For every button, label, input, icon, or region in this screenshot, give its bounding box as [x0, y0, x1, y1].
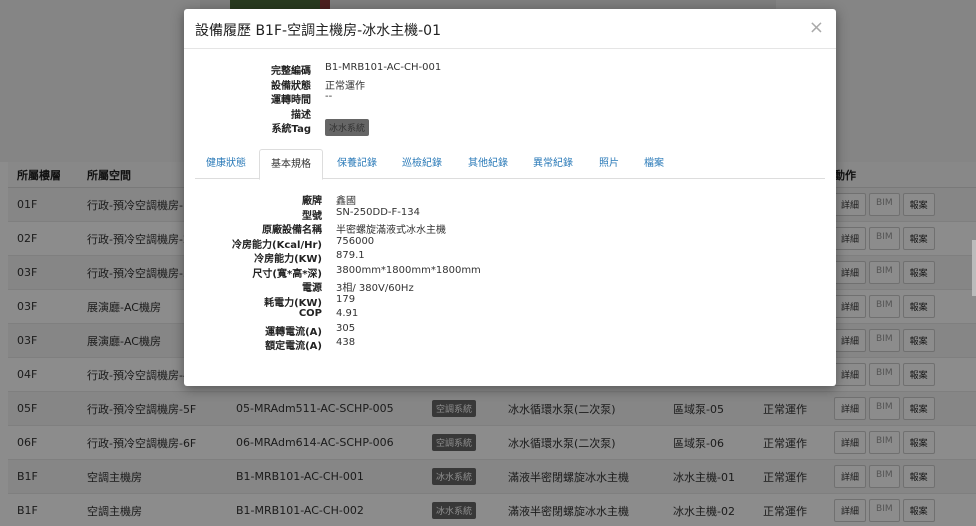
spec-row: 額定電流(A) 438 [184, 337, 836, 352]
spec-label: 型號 [302, 210, 322, 222]
tab-6[interactable]: 異常紀錄 [533, 149, 573, 179]
equipment-history-modal: 設備履歷 B1F-空調主機房-冰水主機-01 × 完整編碼 B1-MRB101-A… [184, 9, 836, 386]
info-row: 運轉時間 -- [184, 91, 836, 106]
spec-row: 型號 SN-250DD-F-134 [184, 207, 836, 222]
modal-title: 設備履歷 B1F-空調主機房-冰水主機-01 [195, 23, 441, 39]
info-value: B1-MRB101-AC-CH-001 [325, 62, 442, 73]
tab-8[interactable]: 檔案 [644, 149, 664, 179]
info-label: 描述 [291, 109, 311, 121]
spec-label: 電源 [302, 283, 322, 294]
tab-7[interactable]: 照片 [599, 149, 619, 179]
info-label: 完整編碼 [271, 66, 311, 77]
system-tag-badge: 冰水系統 [325, 119, 370, 136]
spec-row: 電源 3相/ 380V/60Hz [184, 279, 836, 294]
info-row: 系統Tag 冰水系統 [184, 119, 836, 136]
spec-row: 耗電力(KW) 179 [184, 294, 836, 309]
spec-value: 3相/ 380V/60Hz [336, 283, 414, 294]
info-value: 正常運作 [325, 80, 365, 92]
spec-value: 879.1 [336, 250, 365, 261]
spec-value: SN-250DD-F-134 [336, 206, 420, 218]
spec-label: 廠牌 [302, 196, 322, 207]
spec-label: 額定電流(A) [265, 341, 322, 352]
info-label: 運轉時間 [271, 95, 311, 106]
tab-1[interactable]: 健康狀態 [206, 149, 246, 179]
tab-4[interactable]: 巡檢紀錄 [402, 149, 442, 179]
tab-3[interactable]: 保養記錄 [337, 149, 377, 179]
info-label: 系統Tag [271, 124, 311, 135]
spec-row: 冷房能力(Kcal/Hr) 756000 [184, 236, 836, 251]
spec-row: 運轉電流(A) 305 [184, 323, 836, 338]
spec-row: 冷房能力(KW) 879.1 [184, 250, 836, 265]
info-value: -- [325, 91, 333, 102]
tab-2[interactable]: 基本規格 [259, 149, 323, 180]
spec-value: 756000 [336, 235, 375, 247]
spec-label: 運轉電流(A) [265, 326, 322, 338]
info-row: 設備狀態 正常運作 [184, 77, 836, 92]
spec-row: COP 4.91 [184, 308, 836, 323]
spec-value: 半密螺旋滿液式冰水主機 [336, 225, 446, 236]
info-row: 描述 [184, 106, 836, 121]
info-label: 設備狀態 [271, 80, 311, 92]
equipment-info: 完整編碼 B1-MRB101-AC-CH-001 設備狀態 正常運作 運轉時間 -- 描述系… [184, 62, 836, 136]
spec-value: 鑫國 [336, 196, 356, 207]
spec-row: 尺寸(寬*高*深) 3800mm*1800mm*1800mm [184, 265, 836, 280]
spec-value: 179 [336, 293, 356, 305]
spec-value: 4.91 [336, 308, 359, 319]
spec-label: 冷房能力(KW) [254, 254, 322, 265]
info-row: 完整編碼 B1-MRB101-AC-CH-001 [184, 62, 836, 77]
spec-list: 廠牌 鑫國 型號 SN-250DD-F-134 原廠設備名稱 半密螺旋滿液式冰水主機 冷房能… [184, 192, 836, 352]
spec-label: 冷房能力(Kcal/Hr) [232, 239, 322, 251]
spec-label: COP [298, 308, 322, 319]
spec-row: 廠牌 鑫國 [184, 192, 836, 207]
spec-value: 3800mm*1800mm*1800mm [336, 264, 481, 276]
modal-tabs: 健康狀態 基本規格 保養記錄 巡檢紀錄 其他紀錄 異常紀錄 照片 檔案 [195, 149, 825, 180]
spec-label: 原廠設備名稱 [262, 225, 322, 236]
spec-value: 438 [336, 337, 356, 348]
tab-5[interactable]: 其他紀錄 [468, 149, 508, 179]
close-icon[interactable]: × [809, 17, 824, 38]
scrollbar[interactable] [972, 240, 976, 296]
modal-header: 設備履歷 B1F-空調主機房-冰水主機-01 × [184, 9, 836, 49]
spec-label: 耗電力(KW) [264, 297, 322, 309]
spec-label: 尺寸(寬*高*深) [252, 268, 322, 280]
spec-row: 原廠設備名稱 半密螺旋滿液式冰水主機 [184, 221, 836, 236]
spec-value: 305 [336, 322, 356, 334]
